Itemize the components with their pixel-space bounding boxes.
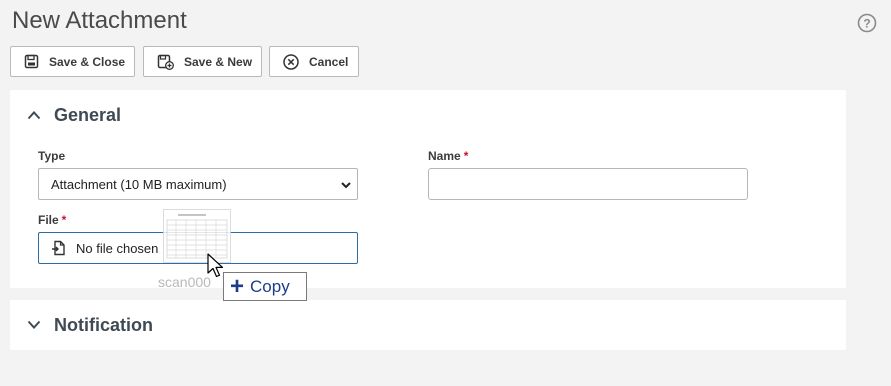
save-icon <box>24 54 39 69</box>
save-new-button[interactable]: Save & New <box>143 46 262 77</box>
svg-text:?: ? <box>863 17 870 31</box>
file-label: File * <box>38 213 67 227</box>
cancel-circle-icon <box>283 53 299 70</box>
notification-section: Notification <box>10 300 846 350</box>
file-input-value: No file chosen <box>76 240 159 256</box>
drag-copy-tooltip: + Copy <box>223 272 307 301</box>
mouse-pointer-icon <box>207 253 224 278</box>
save-close-button[interactable]: Save & Close <box>10 46 135 77</box>
drag-file-name: scan000 <box>158 274 211 290</box>
drag-copy-label: Copy <box>250 276 290 296</box>
chevron-down-icon <box>341 182 351 189</box>
type-select[interactable]: Attachment (10 MB maximum) <box>38 168 358 200</box>
save-close-label: Save & Close <box>49 54 126 69</box>
question-circle-icon[interactable]: ? <box>857 13 877 33</box>
notification-section-header[interactable]: Notification <box>10 300 846 350</box>
name-label: Name * <box>428 149 469 163</box>
plus-icon: + <box>230 272 245 300</box>
chevron-down-icon <box>27 320 41 329</box>
file-required-marker: * <box>61 213 67 227</box>
chevron-up-icon <box>27 111 41 120</box>
type-select-value: Attachment (10 MB maximum) <box>51 176 227 192</box>
page-title: New Attachment <box>12 7 187 34</box>
cancel-label: Cancel <box>309 54 349 69</box>
general-section-title: General <box>54 104 122 125</box>
cancel-button[interactable]: Cancel <box>269 46 359 77</box>
general-section: General Type Attachment (10 MB maximum) … <box>10 90 846 288</box>
general-section-header[interactable]: General <box>10 90 846 140</box>
save-new-icon <box>157 54 174 70</box>
name-input[interactable] <box>428 168 748 200</box>
type-label: Type <box>38 149 66 163</box>
name-required-marker: * <box>463 149 469 163</box>
file-upload-icon <box>52 240 65 256</box>
save-new-label: Save & New <box>184 54 253 69</box>
notification-section-title: Notification <box>54 314 153 335</box>
